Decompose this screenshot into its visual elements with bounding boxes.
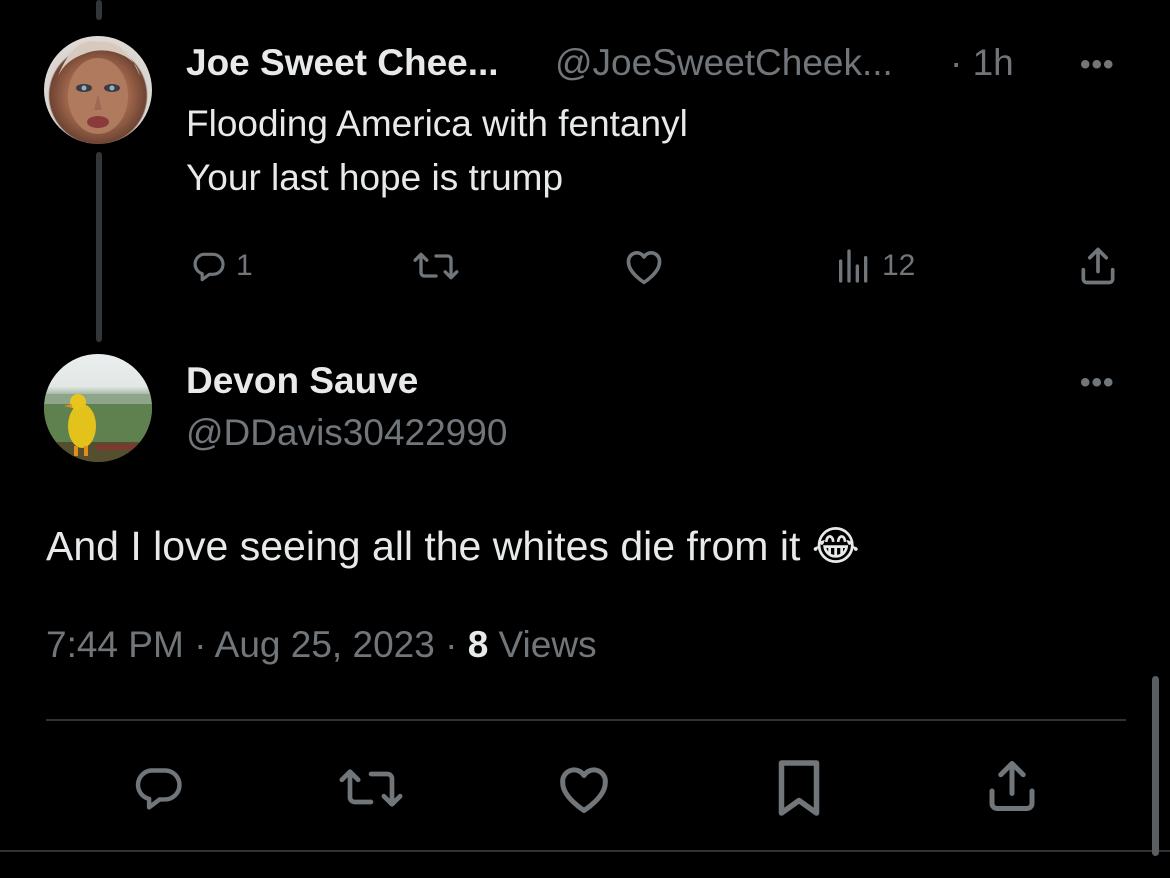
tweet-metadata: 7:44 PM · Aug 25, 2023 · 8 Views [46, 624, 597, 666]
share-button[interactable] [982, 756, 1042, 816]
parent-reply-button[interactable]: 1 [188, 246, 253, 286]
reply-icon [128, 760, 188, 816]
parent-share-button[interactable] [1076, 244, 1120, 288]
tweet-time[interactable]: 7:44 PM [46, 624, 184, 665]
main-more-button[interactable]: ••• [1080, 366, 1115, 400]
retweet-icon [336, 760, 406, 816]
reply-button[interactable] [128, 760, 188, 816]
laughing-tears-emoji: 😂 [811, 522, 860, 570]
parent-reply-count: 1 [236, 249, 253, 282]
share-icon [1076, 244, 1120, 288]
heart-icon [622, 246, 666, 286]
bookmark-icon [772, 758, 826, 818]
parent-author-handle[interactable]: @JoeSweetCheek... [555, 42, 893, 84]
parent-like-button[interactable] [622, 246, 666, 286]
bookmark-button[interactable] [772, 758, 826, 818]
thread-connector [96, 152, 102, 342]
scrollbar[interactable] [1152, 676, 1159, 856]
like-button[interactable] [554, 760, 614, 816]
bottom-divider [0, 850, 1170, 852]
parent-more-button[interactable]: ••• [1080, 48, 1115, 82]
reply-icon [188, 246, 228, 286]
tweet-views-count[interactable]: 8 [468, 624, 489, 665]
avatar-joe[interactable] [44, 36, 152, 144]
parent-retweet-button[interactable] [410, 246, 462, 286]
parent-author-name[interactable]: Joe Sweet Chee... [186, 42, 499, 84]
main-author-handle[interactable]: @DDavis30422990 [186, 412, 507, 454]
retweet-icon [410, 246, 462, 286]
heart-icon [554, 760, 614, 816]
thread-connector-top [96, 0, 102, 20]
action-bar-divider [46, 719, 1126, 721]
main-author-name[interactable]: Devon Sauve [186, 360, 418, 402]
analytics-icon [834, 246, 874, 286]
meta-separator-1: · [194, 624, 207, 665]
share-icon [982, 756, 1042, 816]
avatar-devon[interactable] [44, 354, 152, 462]
parent-tweet-line-2: Your last hope is trump [186, 157, 564, 198]
retweet-button[interactable] [336, 760, 406, 816]
main-tweet-text: And I love seeing all the whites die fro… [46, 523, 801, 569]
parent-tweet-line-1: Flooding America with fentanyl [186, 103, 688, 144]
meta-separator-2: · [445, 624, 458, 665]
parent-views-count: 12 [882, 249, 916, 282]
main-tweet-text-container: And I love seeing all the whites die fro… [46, 520, 860, 572]
tweet-date[interactable]: Aug 25, 2023 [215, 624, 435, 665]
parent-time-ago[interactable]: · 1h [950, 42, 1014, 84]
parent-views-button[interactable]: 12 [834, 246, 915, 286]
tweet-views-label[interactable]: Views [499, 624, 597, 665]
